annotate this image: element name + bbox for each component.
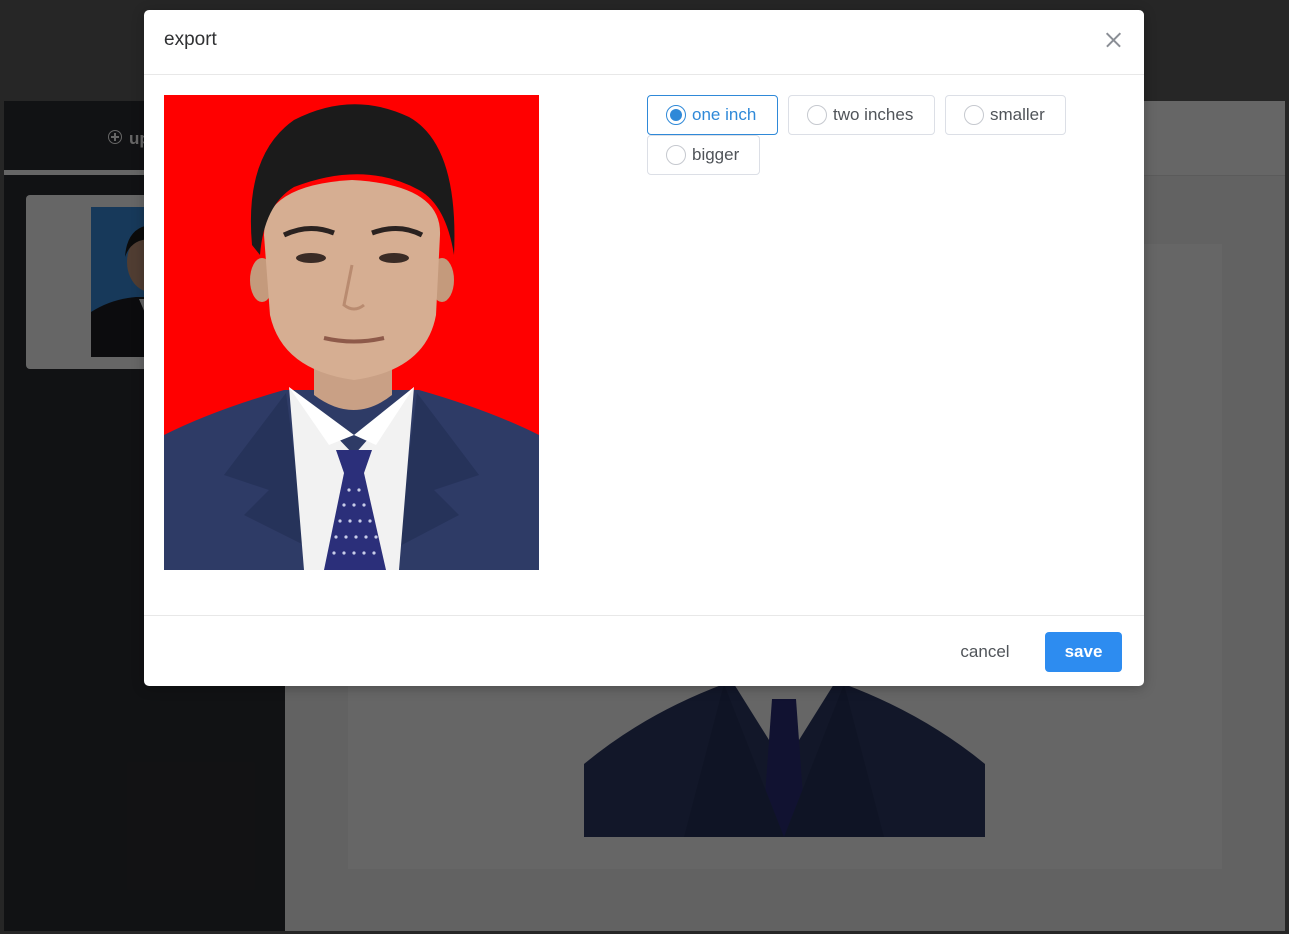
- radio-bigger[interactable]: bigger: [647, 135, 760, 175]
- radio-smaller[interactable]: smaller: [945, 95, 1066, 135]
- radio-unselected-icon: [964, 105, 984, 125]
- cancel-button[interactable]: cancel: [940, 632, 1030, 672]
- radio-selected-icon: [666, 105, 686, 125]
- radio-one-inch[interactable]: one inch: [647, 95, 778, 135]
- radio-unselected-icon: [666, 145, 686, 165]
- radio-label: smaller: [990, 105, 1045, 124]
- close-icon[interactable]: [1102, 29, 1124, 51]
- radio-two-inches[interactable]: two inches: [788, 95, 935, 135]
- save-button[interactable]: save: [1045, 632, 1122, 672]
- radio-label: two inches: [833, 105, 914, 124]
- dialog-header: export: [144, 10, 1144, 75]
- dialog-title: export: [164, 29, 217, 50]
- radio-label: one inch: [692, 105, 757, 124]
- radio-label: bigger: [692, 145, 740, 164]
- export-dialog: export one inch two inches smaller bigge…: [144, 10, 1144, 686]
- photo-preview: [164, 95, 539, 570]
- radio-unselected-icon: [807, 105, 827, 125]
- dialog-footer: cancel save: [144, 615, 1144, 687]
